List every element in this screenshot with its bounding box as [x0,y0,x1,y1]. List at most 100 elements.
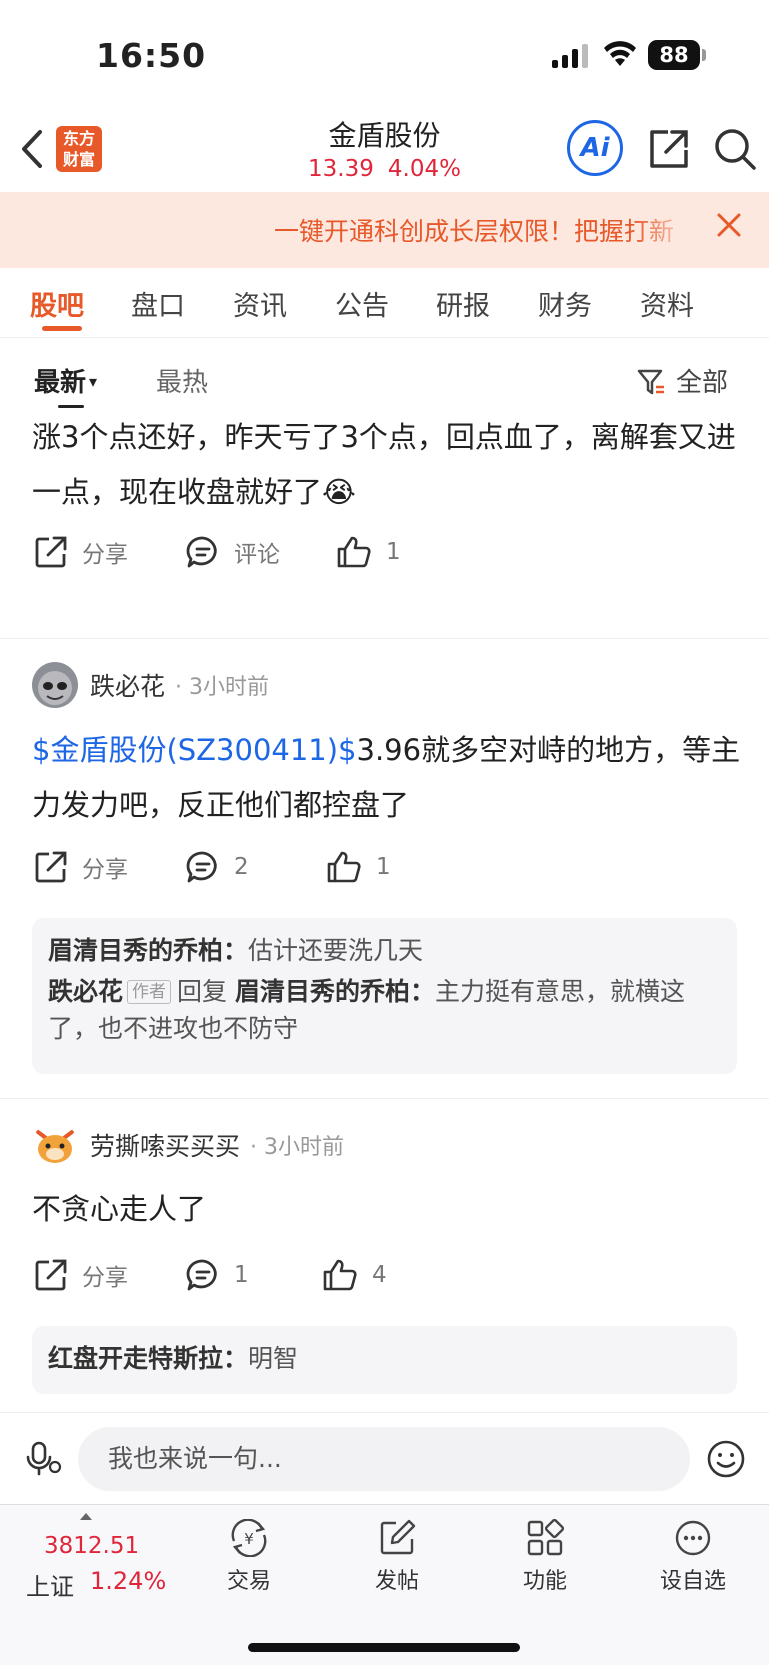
sort-hot-button[interactable]: 最热 [156,362,208,399]
svg-text:¥: ¥ [244,1530,254,1548]
nav-add-watchlist[interactable]: 设自选 [643,1519,743,1595]
avatar[interactable] [32,662,78,708]
tab-profile[interactable]: 资料 [640,284,694,323]
post-time: · 3小时前 [250,1135,344,1160]
tab-news[interactable]: 资讯 [233,284,287,323]
share-button[interactable]: 分享 [34,535,128,569]
comment-bar: 我也来说一句... [0,1412,769,1504]
comment-count: 2 [234,854,249,880]
trade-icon: ¥ [231,1519,267,1557]
tab-announcements[interactable]: 公告 [335,284,389,323]
like-count: 1 [386,539,401,565]
author-name[interactable]: 劳撕嗦买买买 [90,1127,240,1163]
tab-pankou[interactable]: 盘口 [131,284,185,323]
status-bar: 16:50 88 [0,0,769,110]
share-label: 分享 [82,542,128,568]
nav-trade[interactable]: ¥ 交易 [199,1519,299,1595]
comment-count: 1 [234,1262,249,1288]
nav-add-watchlist-label: 设自选 [659,1569,726,1594]
like-button[interactable]: 1 [336,535,401,569]
nav-functions[interactable]: 功能 [495,1519,595,1595]
post-actions: 分享 1 4 [34,1258,734,1302]
reply-preview[interactable]: 眉清目秀的乔柏：估计还要洗几天 跌必花 作者 回复 眉清目秀的乔柏：主力挺有意思，就… [32,918,737,1074]
post-divider [0,638,769,639]
share-icon [35,851,67,883]
author-tag: 作者 [127,980,172,1004]
close-icon[interactable] [716,212,742,238]
reply-user[interactable]: 跌必花 [48,977,123,1006]
reply-item[interactable]: 眉清目秀的乔柏：估计还要洗几天 [48,932,721,969]
battery-tip [702,49,706,61]
stock-price: 13.39 [308,156,374,182]
chevron-down-icon: ▾ [89,372,98,391]
promo-banner[interactable]: 一键开通科创成长层权限！把握打新 [0,192,769,268]
share-icon[interactable] [648,128,690,170]
comment-button[interactable]: 2 [186,850,249,884]
app-logo[interactable]: 东方财富 [56,126,102,172]
author-name[interactable]: 跌必花 [90,667,165,703]
like-count: 4 [372,1262,387,1288]
tab-research[interactable]: 研报 [436,284,490,323]
grid-icon [527,1519,564,1556]
tab-active-indicator [42,326,82,331]
reply-item[interactable]: 红盘开走特斯拉：明智 [48,1340,721,1377]
expand-up-icon[interactable] [80,1513,92,1520]
share-label: 分享 [82,1265,128,1291]
ai-button[interactable]: Ai [567,120,623,176]
like-button[interactable]: 1 [326,850,391,884]
comment-label: 评论 [234,542,280,568]
avatar[interactable] [32,1122,78,1168]
battery-icon: 88 [648,40,700,70]
tab-bar: 股吧 盘口 资讯 公告 研报 财务 资料 [0,268,769,338]
post-text[interactable]: $金盾股份(SZ300411)$3.96就多空对峙的地方，等主力发力吧，反正他们… [32,723,742,833]
reply-target[interactable]: 眉清目秀的乔柏： [235,977,435,1006]
thumbs-up-icon [323,1259,357,1291]
index-value[interactable]: 3812.51 [44,1533,139,1559]
thumbs-up-icon [337,536,371,568]
reply-user[interactable]: 红盘开走特斯拉： [48,1344,248,1373]
comment-icon [186,1259,217,1291]
comment-button[interactable]: 评论 [186,535,280,569]
nav-functions-label: 功能 [522,1569,567,1594]
emoji-icon[interactable] [706,1439,746,1479]
back-icon[interactable] [18,128,48,170]
sort-latest-button[interactable]: 最新 ▾ [34,362,97,399]
stock-link[interactable]: $金盾股份(SZ300411)$ [32,733,357,767]
reply-preview[interactable]: 红盘开走特斯拉：明智 [32,1326,737,1394]
comment-button[interactable]: 1 [186,1258,249,1292]
stock-change-pct: 4.04% [387,156,461,182]
sort-active-indicator [58,405,84,408]
post-author[interactable]: 跌必花 · 3小时前 [32,660,269,710]
post-text[interactable]: 涨3个点还好，昨天亏了3个点，回点血了，离解套又进一点，现在收盘就好了😭 [32,410,742,520]
reply-user[interactable]: 眉清目秀的乔柏： [48,936,248,965]
stock-header: 金盾股份 13.39 4.04% 东方财富 Ai [0,110,769,192]
index-change-pct[interactable]: 1.24% [90,1567,166,1595]
promo-text[interactable]: 一键开通科创成长层权限！把握打新 [274,212,696,248]
nav-trade-label: 交易 [226,1569,271,1594]
post-author[interactable]: 劳撕嗦买买买 · 3小时前 [32,1120,344,1170]
sort-latest-label: 最新 [34,368,87,398]
filter-button[interactable]: 全部 [636,362,728,399]
voice-input-icon[interactable] [26,1441,62,1477]
share-icon [35,536,67,568]
sort-bar: 最新 ▾ 最热 全部 [0,338,769,418]
share-button[interactable]: 分享 [34,1258,128,1292]
tab-finance[interactable]: 财务 [538,284,592,323]
post-text[interactable]: 不贪心走人了 [32,1182,742,1237]
bottom-nav: 3812.51 上证 1.24% ¥ 交易 发帖 功能 设自选 [0,1504,769,1665]
reply-text: 估计还要洗几天 [248,936,424,965]
share-label: 分享 [82,857,128,883]
index-name[interactable]: 上证 [26,1567,74,1602]
post-time: · 3小时前 [175,675,269,700]
comment-icon [186,536,217,568]
like-count: 1 [376,854,391,880]
reply-item[interactable]: 跌必花 作者 回复 眉清目秀的乔柏：主力挺有意思，就横这了，也不进攻也不防守 [48,973,721,1047]
home-indicator[interactable] [248,1643,520,1652]
like-button[interactable]: 4 [322,1258,387,1292]
post-actions: 分享 评论 1 [34,535,734,579]
share-button[interactable]: 分享 [34,850,128,884]
tab-guba[interactable]: 股吧 [30,284,84,323]
comment-input[interactable]: 我也来说一句... [78,1427,690,1491]
search-icon[interactable] [712,126,758,172]
nav-post[interactable]: 发帖 [347,1519,447,1595]
